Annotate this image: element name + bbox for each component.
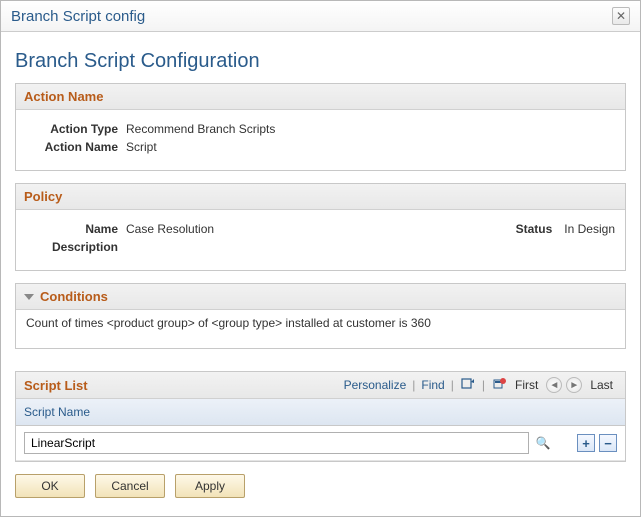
content: Branch Script Configuration Action Name … <box>1 32 640 516</box>
separator: | <box>410 378 417 392</box>
conditions-header-label: Conditions <box>40 289 108 304</box>
policy-description-label: Description <box>26 240 126 254</box>
close-icon: ✕ <box>616 9 626 23</box>
policy-header: Policy <box>16 184 625 210</box>
script-list-header: Script List Personalize | Find | | First… <box>16 372 625 399</box>
script-list-column-header: Script Name <box>16 399 625 426</box>
button-row: OK Cancel Apply <box>15 474 626 498</box>
separator: | <box>449 378 456 392</box>
download-icon[interactable] <box>491 377 507 393</box>
script-name-input[interactable] <box>24 432 529 454</box>
policy-name-value: Case Resolution <box>126 222 301 236</box>
table-row: 🔍 + − <box>16 426 625 461</box>
zoom-icon[interactable] <box>460 377 476 393</box>
close-button[interactable]: ✕ <box>612 7 630 25</box>
chevron-down-icon <box>24 294 34 300</box>
first-label: First <box>511 378 542 392</box>
policy-status-label: Status <box>516 222 561 236</box>
page-title: Branch Script Configuration <box>15 50 626 73</box>
personalize-link[interactable]: Personalize <box>344 378 407 392</box>
next-button[interactable]: ► <box>566 377 582 393</box>
search-icon: 🔍 <box>536 436 551 450</box>
policy-section: Policy Name Case Resolution Description <box>15 183 626 271</box>
policy-status-value: In Design <box>560 222 615 236</box>
conditions-header[interactable]: Conditions <box>16 284 625 310</box>
last-label: Last <box>586 378 617 392</box>
find-link[interactable]: Find <box>421 378 444 392</box>
script-list-title: Script List <box>24 378 88 393</box>
action-name-label: Action Name <box>26 140 126 154</box>
separator: | <box>480 378 487 392</box>
script-name-column-header[interactable]: Script Name <box>24 405 561 419</box>
prev-button[interactable]: ◄ <box>546 377 562 393</box>
conditions-text: Count of times <product group> of <group… <box>16 310 625 348</box>
action-type-value: Recommend Branch Scripts <box>126 122 615 136</box>
action-name-value: Script <box>126 140 615 154</box>
policy-name-label: Name <box>26 222 126 236</box>
apply-button[interactable]: Apply <box>175 474 245 498</box>
dialog: Branch Script config ✕ Branch Script Con… <box>0 0 641 517</box>
cancel-button[interactable]: Cancel <box>95 474 165 498</box>
action-name-section: Action Name Action Type Recommend Branch… <box>15 83 626 171</box>
ok-button[interactable]: OK <box>15 474 85 498</box>
lookup-button[interactable]: 🔍 <box>533 433 553 453</box>
conditions-section: Conditions Count of times <product group… <box>15 283 626 349</box>
remove-row-button[interactable]: − <box>599 434 617 452</box>
dialog-title: Branch Script config <box>11 8 145 25</box>
action-name-header: Action Name <box>16 84 625 110</box>
add-row-button[interactable]: + <box>577 434 595 452</box>
script-list-tools: Personalize | Find | | First ◄ ► Last <box>344 377 617 393</box>
title-bar: Branch Script config ✕ <box>1 1 640 32</box>
script-list-section: Script List Personalize | Find | | First… <box>15 371 626 462</box>
action-type-label: Action Type <box>26 122 126 136</box>
